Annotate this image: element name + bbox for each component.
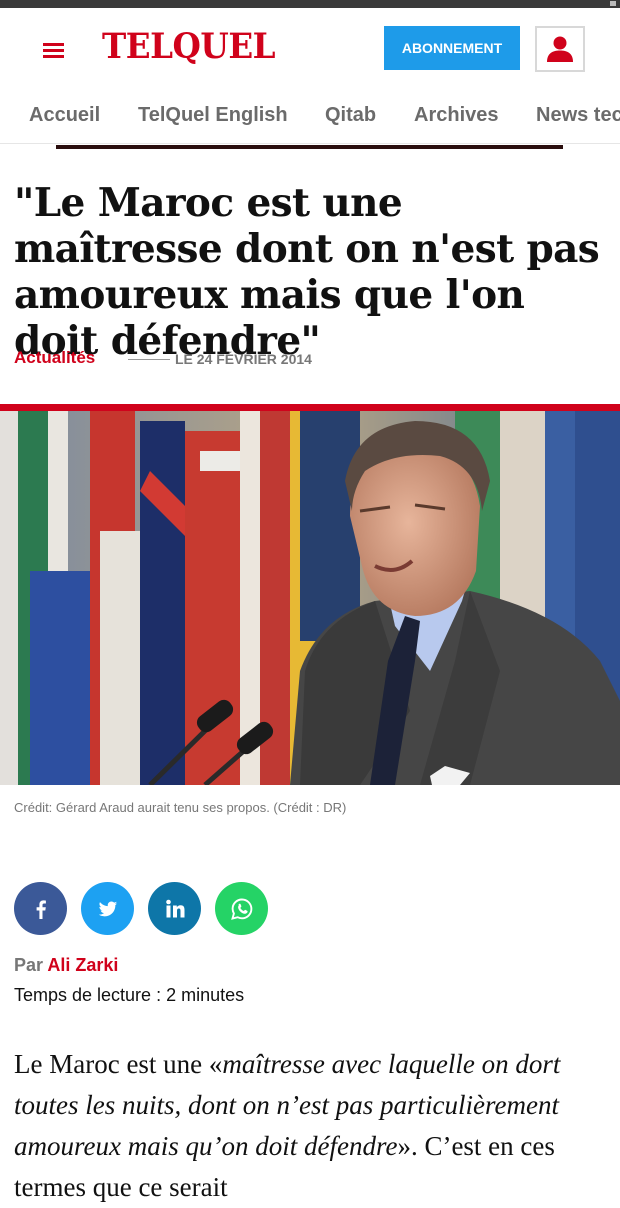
site-logo[interactable]: TELQUEL	[102, 26, 276, 67]
site-header: TELQUEL ABONNEMENT	[0, 8, 620, 92]
facebook-icon	[36, 899, 46, 919]
hero-top-bar	[0, 404, 620, 411]
nav-item-qitab[interactable]: Qitab	[325, 104, 376, 127]
status-bar	[0, 0, 620, 8]
article-hero-image	[0, 411, 620, 785]
article-body: Le Maroc est une «maîtresse avec laquell…	[14, 1044, 614, 1208]
hamburger-icon[interactable]	[41, 40, 67, 60]
byline: Par Ali Zarki	[14, 955, 118, 976]
body-text-part1: Le Maroc est une «	[14, 1049, 223, 1079]
subscribe-button[interactable]: ABONNEMENT	[384, 26, 520, 70]
share-facebook-button[interactable]	[14, 882, 67, 935]
share-linkedin-button[interactable]	[148, 882, 201, 935]
article-meta: Actualités LE 24 FÉVRIER 2014	[14, 348, 604, 370]
whatsapp-icon	[230, 898, 252, 920]
nav-item-accueil[interactable]: Accueil	[29, 104, 100, 127]
share-whatsapp-button[interactable]	[215, 882, 268, 935]
reading-time: Temps de lecture : 2 minutes	[14, 985, 245, 1005]
nav-divider	[0, 143, 620, 144]
nav-item-news-tech[interactable]: News tec	[536, 104, 620, 127]
publish-date: LE 24 FÉVRIER 2014	[175, 351, 312, 367]
byline-label: Par	[14, 955, 44, 975]
article-title: "Le Maroc est une maîtresse dont on n'es…	[14, 180, 600, 364]
nav-item-archives[interactable]: Archives	[414, 104, 499, 127]
main-nav: Accueil TelQuel English Qitab Archives N…	[0, 92, 620, 142]
nav-scrollbar[interactable]	[56, 145, 563, 149]
category-link[interactable]: Actualités	[14, 348, 95, 368]
image-caption: Crédit: Gérard Araud aurait tenu ses pro…	[14, 800, 347, 815]
share-twitter-button[interactable]	[81, 882, 134, 935]
meta-divider	[128, 359, 170, 360]
user-icon	[547, 36, 573, 62]
twitter-icon	[98, 900, 117, 916]
author-link[interactable]: Ali Zarki	[47, 955, 118, 975]
account-button[interactable]	[535, 26, 585, 72]
linkedin-icon	[165, 899, 184, 917]
nav-item-telquel-english[interactable]: TelQuel English	[138, 104, 288, 127]
